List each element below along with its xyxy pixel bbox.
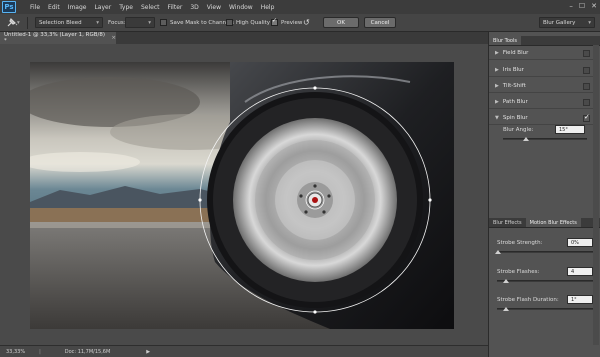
effects-tab-bar: Blur Effects Motion Blur Effects (489, 218, 600, 228)
selection-bleed-label: Selection Bleed (39, 19, 82, 26)
iris-blur-checkbox[interactable] (583, 67, 590, 74)
menu-help[interactable]: Help (257, 4, 279, 11)
high-quality-checkbox[interactable]: High Quality (226, 17, 270, 28)
zoom-level[interactable]: 33,33% (6, 349, 25, 355)
menu-layer[interactable]: Layer (90, 4, 115, 11)
spin-blur-checkbox[interactable]: ✓ (583, 113, 590, 122)
blur-tool-field[interactable]: ▶ Field Blur (489, 47, 593, 60)
options-bar: ▾ Selection Bleed ▾ Focus: ▾ Save Mask t… (0, 14, 600, 32)
checkbox-box (160, 19, 167, 26)
document-tab-bar: Untitled-1 @ 33,3% (Layer 1, RGB/8) * × (0, 32, 488, 44)
strobe-flash-duration-slider[interactable] (497, 308, 593, 310)
expand-triangle-icon[interactable]: ▶ (495, 50, 499, 56)
document-tab-title: Untitled-1 @ 33,3% (Layer 1, RGB/8) * (4, 32, 106, 44)
workspace-label: Blur Gallery (543, 19, 576, 26)
menu-type[interactable]: Type (115, 4, 137, 11)
status-menu-arrow-icon[interactable]: ▶ (146, 349, 150, 355)
status-bar: 33,33% | Doc: 11,7M/15,6M ▶ (0, 345, 488, 357)
menu-file[interactable]: File (26, 4, 44, 11)
blur-angle-slider[interactable] (503, 138, 587, 140)
expand-triangle-icon[interactable]: ▶ (495, 67, 499, 73)
blur-tool-tilt-shift[interactable]: ▶ Tilt-Shift (489, 80, 593, 93)
chevron-down-icon: ▾ (588, 19, 591, 26)
iris-blur-label: Iris Blur (502, 67, 524, 73)
tilt-shift-label: Tilt-Shift (502, 83, 526, 89)
cancel-button[interactable]: Cancel (364, 17, 396, 28)
blur-tool-path[interactable]: ▶ Path Blur (489, 96, 593, 109)
field-blur-checkbox[interactable] (583, 50, 590, 57)
preview-label: Preview (281, 19, 303, 26)
tab-motion-blur-effects[interactable]: Motion Blur Effects (525, 218, 581, 227)
strobe-flash-duration-slider-thumb[interactable] (503, 307, 509, 311)
chevron-down-icon: ▾ (96, 19, 99, 26)
workspace-dropdown[interactable]: Blur Gallery ▾ (539, 17, 595, 28)
strobe-strength-slider-thumb[interactable] (495, 250, 501, 254)
car-wheel-photo (30, 62, 454, 329)
ok-button[interactable]: OK (323, 17, 359, 28)
blur-tools-tab[interactable]: Blur Tools (489, 36, 521, 45)
focus-label: Focus: (108, 19, 126, 26)
tab-blur-effects[interactable]: Blur Effects (489, 218, 526, 227)
path-blur-checkbox[interactable] (583, 99, 590, 106)
menu-items: File Edit Image Layer Type Select Filter… (26, 4, 278, 11)
checkmark-icon: ✓ (271, 17, 278, 26)
spin-blur-label: Spin Blur (502, 115, 528, 121)
selection-bleed-dropdown[interactable]: Selection Bleed ▾ (35, 17, 103, 28)
menu-image[interactable]: Image (64, 4, 91, 11)
chevron-down-icon: ▾ (148, 19, 151, 26)
tilt-shift-checkbox[interactable] (583, 83, 590, 90)
expand-triangle-icon[interactable]: ▶ (495, 99, 499, 105)
blur-panel: Blur Tools ▶ Field Blur ▶ Iris Blur ▶ Ti… (488, 32, 600, 357)
tool-preset-chevron-icon[interactable]: ▾ (17, 17, 23, 28)
blur-tool-iris[interactable]: ▶ Iris Blur (489, 64, 593, 77)
blur-tools-header: Blur Tools (489, 36, 600, 46)
menu-edit[interactable]: Edit (44, 4, 64, 11)
field-blur-label: Field Blur (502, 50, 529, 56)
path-blur-label: Path Blur (502, 99, 528, 105)
preview-checkbox[interactable]: ✓ Preview (271, 17, 302, 28)
doc-size: Doc: 11,7M/15,6M (64, 348, 111, 355)
menu-filter[interactable]: Filter (164, 4, 187, 11)
menu-3d[interactable]: 3D (186, 4, 202, 11)
strobe-flashes-input[interactable]: 4 (567, 267, 593, 276)
document-canvas[interactable] (30, 62, 454, 329)
strobe-flash-duration-input[interactable]: 1° (567, 295, 593, 304)
checkbox-box (226, 19, 233, 26)
strobe-flashes-label: Strobe Flashes: (497, 269, 540, 275)
menu-window[interactable]: Window (225, 4, 257, 11)
save-mask-label: Save Mask to Channels (170, 19, 234, 26)
strobe-flashes-slider[interactable] (497, 280, 593, 282)
divider (27, 17, 28, 29)
menu-view[interactable]: View (203, 4, 225, 11)
close-tab-icon[interactable]: × (111, 35, 116, 41)
strobe-flash-duration-label: Strobe Flash Duration: (497, 297, 559, 303)
blur-angle-slider-thumb[interactable] (523, 137, 529, 141)
save-mask-checkbox[interactable]: Save Mask to Channels (160, 17, 234, 28)
panel-scrollbar[interactable] (593, 45, 599, 345)
window-controls: – ☐ ✕ (569, 2, 597, 10)
minimize-icon[interactable]: – (569, 2, 573, 10)
menu-select[interactable]: Select (137, 4, 164, 11)
photoshop-logo: Ps (2, 1, 16, 13)
status-divider: | (39, 348, 41, 355)
blur-tool-spin[interactable]: ▼ Spin Blur ✓ (489, 112, 593, 125)
blur-angle-input[interactable]: 15° (555, 125, 585, 134)
strobe-strength-slider[interactable] (497, 251, 593, 253)
document-tab[interactable]: Untitled-1 @ 33,3% (Layer 1, RGB/8) * × (0, 32, 116, 44)
blur-angle-label: Blur Angle: (503, 127, 534, 133)
expand-triangle-icon[interactable]: ▶ (495, 83, 499, 89)
high-quality-label: High Quality (236, 19, 271, 26)
strobe-strength-label: Strobe Strength: (497, 240, 543, 246)
maximize-icon[interactable]: ☐ (579, 2, 585, 10)
reset-icon[interactable]: ↺ (303, 17, 313, 28)
menu-bar: Ps File Edit Image Layer Type Select Fil… (0, 0, 600, 14)
focus-dropdown[interactable]: ▾ (125, 17, 155, 28)
close-icon[interactable]: ✕ (591, 2, 597, 10)
collapse-triangle-icon[interactable]: ▼ (495, 115, 499, 121)
strobe-flashes-slider-thumb[interactable] (503, 279, 509, 283)
strobe-strength-input[interactable]: 0% (567, 238, 593, 247)
